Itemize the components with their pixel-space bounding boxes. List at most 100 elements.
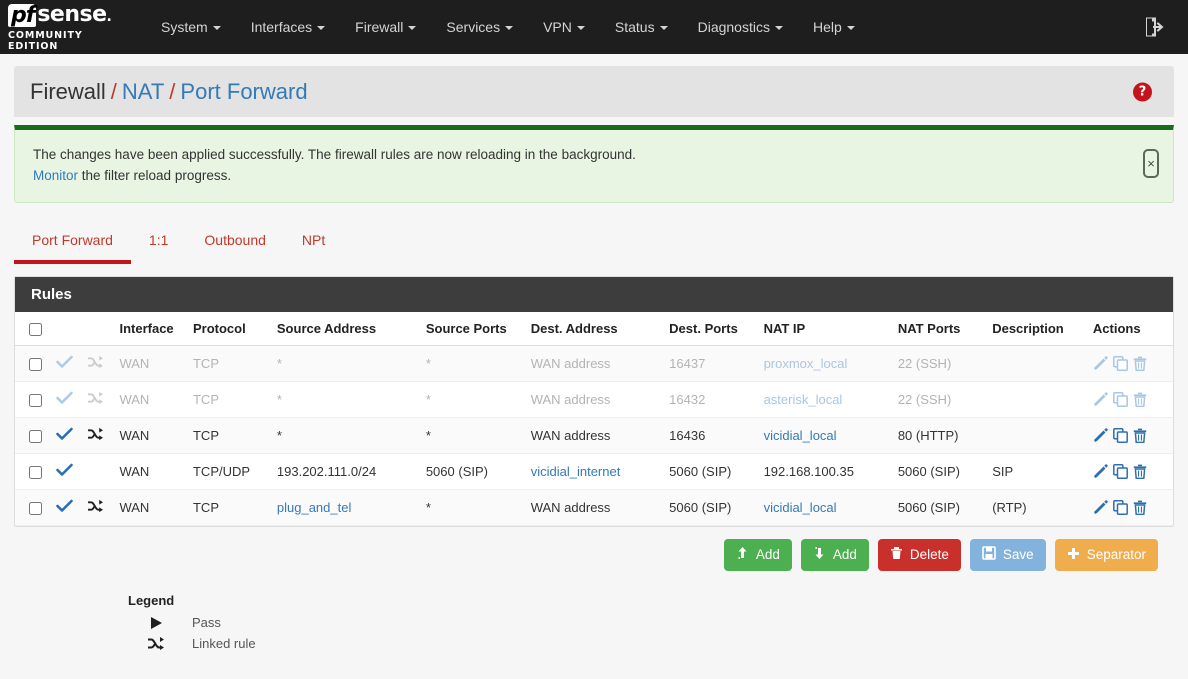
tab-npt[interactable]: NPt xyxy=(284,223,343,264)
reference-link[interactable]: plug_and_tel xyxy=(277,500,351,515)
nav-item-vpn[interactable]: VPN xyxy=(528,0,600,54)
cell-nat-ip: vicidial_local xyxy=(757,489,892,527)
nav-label: Status xyxy=(614,19,655,35)
cell-dest-ports: 5060 (SIP) xyxy=(663,453,758,491)
tab-port-forward[interactable]: Port Forward xyxy=(14,223,131,264)
table-body: WAN TCP * * WAN address 16437 proxmox_local 22 … xyxy=(15,345,1173,527)
pass-check-icon[interactable] xyxy=(56,463,74,480)
header-nat-ports: NAT Ports xyxy=(891,312,987,347)
cell-text: TCP xyxy=(192,356,219,372)
copy-icon[interactable] xyxy=(1112,356,1128,372)
delete-icon[interactable] xyxy=(1133,464,1147,480)
breadcrumb-root: Firewall xyxy=(30,78,106,104)
row-select-checkbox[interactable] xyxy=(29,394,42,408)
header-protocol: Protocol xyxy=(186,312,271,347)
cell-text: * xyxy=(425,392,431,408)
cell-nat-ip: vicidial_local xyxy=(757,417,892,455)
delete-icon[interactable] xyxy=(1133,392,1147,408)
nav-item-system[interactable]: System xyxy=(146,0,236,54)
edit-icon[interactable] xyxy=(1093,464,1108,479)
pfsense-logo[interactable]: pf sense. COMMUNITY EDITION xyxy=(8,3,126,52)
cell-protocol: TCP xyxy=(186,417,271,455)
chevron-down-icon xyxy=(212,26,221,31)
copy-icon[interactable] xyxy=(1112,464,1128,480)
close-icon[interactable]: × xyxy=(1143,149,1159,178)
shuffle-icon[interactable] xyxy=(87,355,104,372)
shuffle-icon[interactable] xyxy=(87,391,104,408)
edit-icon[interactable] xyxy=(1093,428,1108,443)
add-down-button[interactable]: Add xyxy=(800,539,869,572)
cell-source-ports: * xyxy=(419,489,525,527)
row-select-checkbox[interactable] xyxy=(29,502,42,516)
add-up-button[interactable]: Add xyxy=(723,539,792,572)
cell-text: 5060 (SIP) xyxy=(669,464,732,480)
monitor-link[interactable]: Monitor xyxy=(33,168,78,183)
cell-interface: WAN xyxy=(111,453,187,491)
pass-check-icon[interactable] xyxy=(56,427,74,444)
cell-nat-ports: 80 (HTTP) xyxy=(891,417,987,455)
nav-item-services[interactable]: Services xyxy=(431,0,528,54)
tab-one-to-one[interactable]: 1:1 xyxy=(131,223,186,264)
delete-icon[interactable] xyxy=(1133,500,1147,516)
select-all-header xyxy=(15,312,50,347)
edit-icon[interactable] xyxy=(1093,392,1108,407)
nav-item-status[interactable]: Status xyxy=(600,0,683,54)
pass-check-icon[interactable] xyxy=(56,355,74,372)
breadcrumb-link-port-forward[interactable]: Port Forward xyxy=(180,79,307,105)
nav-item-help[interactable]: Help xyxy=(798,0,870,54)
table-row[interactable]: WAN TCP * * WAN address 16436 vicidial_local 80… xyxy=(15,417,1173,455)
table-row[interactable]: WAN TCP * * WAN address 16432 asterisk_local 22… xyxy=(15,381,1173,419)
pass-check-icon[interactable] xyxy=(56,391,74,408)
table-row[interactable]: WAN TCP/UDP 193.202.111.0/24 5060 (SIP) vici… xyxy=(15,453,1173,491)
reference-link[interactable]: vicidial_local xyxy=(764,500,837,515)
cell-interface: WAN xyxy=(111,381,187,419)
cell-text: WAN address xyxy=(530,500,611,516)
help-icon[interactable]: ? xyxy=(1133,82,1152,101)
legend-label: Linked rule xyxy=(192,636,256,652)
copy-icon[interactable] xyxy=(1112,500,1128,516)
select-all-checkbox[interactable] xyxy=(29,323,42,337)
shuffle-icon[interactable] xyxy=(87,499,104,516)
row-select-checkbox[interactable] xyxy=(29,466,42,480)
delete-icon[interactable] xyxy=(1133,428,1147,444)
reference-link[interactable]: asterisk_local xyxy=(764,392,843,407)
reference-link[interactable]: vicidial_local xyxy=(764,428,837,443)
nav-label: Help xyxy=(812,19,842,35)
legend-label: Pass xyxy=(192,615,221,631)
copy-icon[interactable] xyxy=(1112,428,1128,444)
cell-text: TCP xyxy=(192,500,219,516)
edit-icon[interactable] xyxy=(1093,356,1108,371)
separator-button[interactable]: Separator xyxy=(1054,539,1158,572)
pass-check-icon[interactable] xyxy=(56,499,74,516)
shuffle-icon[interactable] xyxy=(87,427,104,444)
navbar-menu: System Interfaces Firewall Services VPN … xyxy=(146,0,870,54)
logout-icon[interactable] xyxy=(1145,17,1164,37)
tab-outbound[interactable]: Outbound xyxy=(186,223,284,264)
row-select-cell xyxy=(15,381,50,419)
copy-icon[interactable] xyxy=(1112,392,1128,408)
row-select-checkbox[interactable] xyxy=(29,430,42,444)
cell-text: (RTP) xyxy=(992,500,1027,516)
nav-item-diagnostics[interactable]: Diagnostics xyxy=(683,0,798,54)
save-button[interactable]: Save xyxy=(969,539,1046,572)
delete-button[interactable]: Delete xyxy=(877,539,961,572)
reference-link[interactable]: proxmox_local xyxy=(764,356,848,371)
row-select-checkbox[interactable] xyxy=(29,358,42,372)
nav-item-interfaces[interactable]: Interfaces xyxy=(236,0,340,54)
delete-icon[interactable] xyxy=(1133,356,1147,372)
header-description: Description xyxy=(986,312,1087,347)
cell-text: * xyxy=(276,392,282,408)
legend: Legend Pass Linked rule xyxy=(128,593,1188,654)
header-dest-address: Dest. Address xyxy=(524,312,664,347)
edit-icon[interactable] xyxy=(1093,500,1108,515)
cell-text: * xyxy=(276,428,282,444)
cell-source-ports: * xyxy=(419,381,525,419)
nav-item-firewall[interactable]: Firewall xyxy=(340,0,431,54)
chevron-down-icon xyxy=(846,26,855,31)
row-select-cell xyxy=(15,489,50,527)
table-row[interactable]: WAN TCP plug_and_tel * WAN address 5060 (SIP)… xyxy=(15,489,1173,527)
breadcrumb-link-nat[interactable]: NAT xyxy=(122,79,164,105)
cell-nat-ports: 22 (SSH) xyxy=(891,345,987,383)
table-row[interactable]: WAN TCP * * WAN address 16437 proxmox_local 22 … xyxy=(15,345,1173,383)
reference-link[interactable]: vicidial_internet xyxy=(531,464,621,479)
